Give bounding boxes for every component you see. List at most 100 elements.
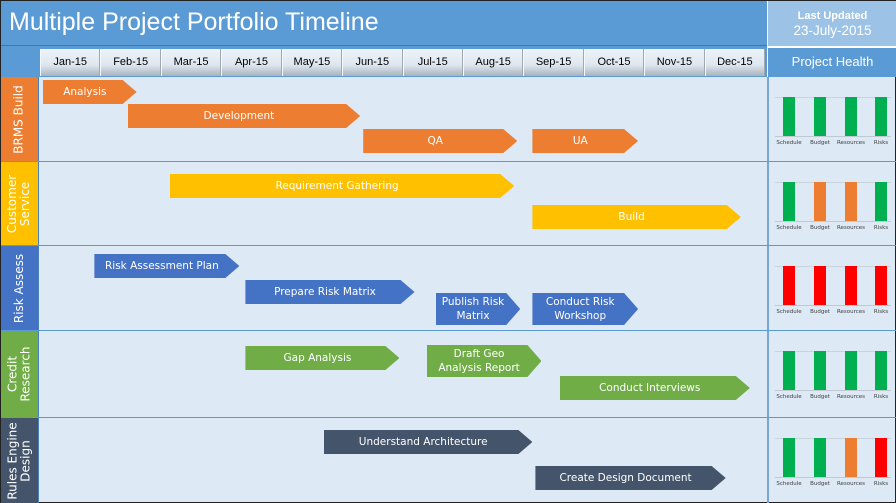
month-header-row: Jan-15 Feb-15 Mar-15 Apr-15 May-15 Jun-15 Jul-… bbox=[1, 46, 767, 77]
health-bar-risks bbox=[875, 266, 887, 305]
health-category-label: Resources bbox=[836, 394, 866, 400]
last-updated-date: 23-July-2015 bbox=[793, 23, 872, 38]
swimlane-label-text: Credit Research bbox=[5, 346, 33, 402]
last-updated-box: Last Updated 23-July-2015 bbox=[767, 1, 896, 46]
health-bar-budget bbox=[814, 182, 826, 221]
health-category-label: Resources bbox=[836, 309, 866, 315]
health-bar-schedule bbox=[783, 266, 795, 305]
page-title: Multiple Project Portfolio Timeline bbox=[9, 8, 379, 36]
health-category-label: Risks bbox=[873, 225, 889, 231]
month-header-nov-15: Nov-15 bbox=[644, 49, 705, 76]
health-bar-schedule bbox=[783, 97, 795, 136]
month-header-jun-15: Jun-15 bbox=[342, 49, 403, 76]
task-bar-publish-risk-matrix[interactable]: Publish Risk Matrix bbox=[436, 293, 521, 325]
task-label: Understand Architecture bbox=[358, 436, 488, 448]
task-label: Risk Assessment Plan bbox=[104, 260, 219, 272]
task-label: Gap Analysis bbox=[283, 352, 352, 364]
task-label: Conduct Risk Workshop bbox=[545, 296, 615, 322]
health-category-label: Schedule bbox=[776, 225, 802, 231]
month-header-may-15: May-15 bbox=[281, 49, 343, 76]
project-health-header: Project Health bbox=[767, 46, 896, 77]
health-bar-budget bbox=[814, 266, 826, 305]
swimlane-rules-engine-design: Rules Engine Design Understand Architectu… bbox=[1, 418, 896, 503]
task-bar-conduct-risk-workshop[interactable]: Conduct Risk Workshop bbox=[532, 293, 638, 325]
task-bar-build[interactable]: Build bbox=[532, 205, 740, 229]
swimlane-label-text: BRMS Build bbox=[12, 84, 27, 154]
health-category-label: Risks bbox=[873, 309, 889, 315]
month-header-corner bbox=[1, 46, 40, 77]
month-header-dec-15: Dec-15 bbox=[704, 49, 766, 76]
health-category-label: Schedule bbox=[776, 481, 802, 487]
swimlane-timeline-area: Analysis Development QA UA bbox=[39, 77, 767, 161]
month-header-jan-15: Jan-15 bbox=[40, 49, 101, 76]
health-bar-risks bbox=[875, 97, 887, 136]
month-cells: Jan-15 Feb-15 Mar-15 Apr-15 May-15 Jun-15 Jul-… bbox=[40, 49, 766, 76]
task-bar-create-design-document[interactable]: Create Design Document bbox=[535, 466, 725, 490]
task-bar-conduct-interviews[interactable]: Conduct Interviews bbox=[560, 376, 750, 400]
project-health-panel: Schedule Budget Resources Risks bbox=[767, 77, 896, 161]
task-label: Draft Geo Analysis Report bbox=[438, 348, 520, 374]
health-category-label: Budget bbox=[810, 225, 830, 231]
task-bar-ua[interactable]: UA bbox=[532, 129, 638, 153]
health-chart: Schedule Budget Resources Risks bbox=[775, 174, 893, 234]
health-category-label: Schedule bbox=[776, 394, 802, 400]
swimlane-label-text: Customer Service bbox=[5, 174, 33, 233]
task-bar-analysis[interactable]: Analysis bbox=[43, 80, 137, 104]
task-bar-requirement-gathering[interactable]: Requirement Gathering bbox=[170, 174, 514, 198]
health-bar-risks bbox=[875, 438, 887, 477]
month-header-jul-15: Jul-15 bbox=[402, 49, 463, 76]
health-bar-resources bbox=[845, 351, 857, 390]
task-label: QA bbox=[427, 135, 443, 147]
swimlane-brms-build: BRMS Build Analysis Development QA UA Schedul… bbox=[1, 77, 896, 162]
swimlane-timeline-area: Understand Architecture Create Design Doc… bbox=[39, 418, 767, 503]
month-header-apr-15: Apr-15 bbox=[221, 49, 282, 76]
month-header-feb-15: Feb-15 bbox=[100, 49, 161, 76]
health-category-label: Resources bbox=[836, 140, 866, 146]
project-health-panel: Schedule Budget Resources Risks bbox=[767, 162, 896, 245]
project-health-panel: Schedule Budget Resources Risks bbox=[767, 418, 896, 503]
swimlane-timeline-area: Risk Assessment Plan Prepare Risk Matrix P… bbox=[39, 246, 767, 330]
health-category-label: Schedule bbox=[776, 140, 802, 146]
health-chart-axis bbox=[775, 221, 891, 222]
health-chart-axis bbox=[775, 305, 891, 306]
swimlane-label: Customer Service bbox=[1, 162, 39, 245]
task-bar-gap-analysis[interactable]: Gap Analysis bbox=[245, 346, 399, 370]
health-bar-schedule bbox=[783, 351, 795, 390]
health-chart: Schedule Budget Resources Risks bbox=[775, 430, 893, 490]
task-bar-understand-architecture[interactable]: Understand Architecture bbox=[324, 430, 532, 454]
task-bar-draft-geo-analysis-report[interactable]: Draft Geo Analysis Report bbox=[427, 345, 542, 377]
project-health-panel: Schedule Budget Resources Risks bbox=[767, 246, 896, 330]
health-bar-schedule bbox=[783, 438, 795, 477]
swimlane-label-text: Risk Assess bbox=[12, 253, 27, 323]
health-bar-risks bbox=[875, 182, 887, 221]
task-label: Create Design Document bbox=[559, 472, 692, 484]
task-label: Publish Risk Matrix bbox=[441, 296, 505, 322]
swimlane-timeline-area: Gap Analysis Draft Geo Analysis Report Con… bbox=[39, 331, 767, 417]
month-header-oct-15: Oct-15 bbox=[583, 49, 645, 76]
task-label: Analysis bbox=[63, 86, 107, 98]
health-chart: Schedule Budget Resources Risks bbox=[775, 258, 893, 318]
project-health-panel: Schedule Budget Resources Risks bbox=[767, 331, 896, 417]
health-category-label: Budget bbox=[810, 309, 830, 315]
health-category-label: Risks bbox=[873, 481, 889, 487]
task-label: Development bbox=[203, 110, 275, 122]
health-category-label: Risks bbox=[873, 394, 889, 400]
health-chart: Schedule Budget Resources Risks bbox=[775, 343, 893, 403]
swimlane-label: BRMS Build bbox=[1, 77, 39, 161]
health-bar-resources bbox=[845, 97, 857, 136]
health-chart-axis bbox=[775, 390, 891, 391]
health-bar-budget bbox=[814, 97, 826, 136]
task-bar-qa[interactable]: QA bbox=[363, 129, 517, 153]
health-category-label: Risks bbox=[873, 140, 889, 146]
swimlane-label: Rules Engine Design bbox=[1, 418, 39, 503]
task-bar-risk-assessment-plan[interactable]: Risk Assessment Plan bbox=[94, 254, 239, 278]
task-bar-development[interactable]: Development bbox=[128, 104, 361, 128]
swimlane-risk-assess: Risk Assess Risk Assessment Plan Prepare R… bbox=[1, 246, 896, 331]
portfolio-timeline: Multiple Project Portfolio Timeline Last… bbox=[0, 0, 896, 503]
task-bar-prepare-risk-matrix[interactable]: Prepare Risk Matrix bbox=[245, 280, 414, 304]
health-chart-axis bbox=[775, 136, 891, 137]
health-category-label: Resources bbox=[836, 481, 866, 487]
health-bar-budget bbox=[814, 438, 826, 477]
task-label: Prepare Risk Matrix bbox=[274, 286, 376, 298]
health-category-label: Budget bbox=[810, 140, 830, 146]
